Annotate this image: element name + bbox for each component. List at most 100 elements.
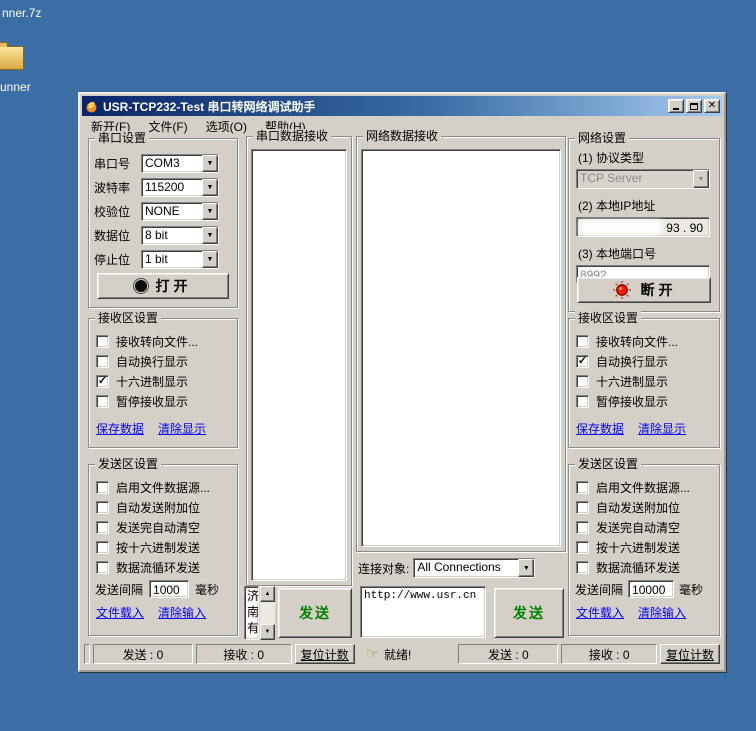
checkbox-row[interactable]: 暂停接收显示 bbox=[89, 391, 237, 411]
checkbox[interactable] bbox=[576, 541, 589, 554]
chevron-down-icon[interactable]: ▼ bbox=[202, 227, 218, 244]
serial-reset-count-button[interactable]: 复位计数 bbox=[295, 644, 355, 664]
clear-display-link[interactable]: 清除显示 bbox=[638, 420, 686, 437]
checkbox[interactable]: ✓ bbox=[576, 355, 589, 368]
group-title: 串口数据接收 bbox=[253, 129, 331, 143]
folder-icon[interactable] bbox=[0, 46, 24, 70]
checkbox-row[interactable]: 数据流循环发送 bbox=[89, 557, 237, 577]
checkbox[interactable] bbox=[576, 501, 589, 514]
connection-select[interactable]: All Connections ▼ bbox=[413, 558, 535, 578]
load-file-link[interactable]: 文件载入 bbox=[576, 604, 624, 621]
field-label: 波特率 bbox=[94, 179, 141, 196]
checkbox[interactable] bbox=[576, 561, 589, 574]
checkbox[interactable] bbox=[576, 521, 589, 534]
checkbox[interactable] bbox=[96, 335, 109, 348]
checkbox[interactable] bbox=[96, 355, 109, 368]
connection-row: 连接对象: All Connections ▼ bbox=[358, 558, 535, 578]
checkbox-row[interactable]: 启用文件数据源... bbox=[89, 477, 237, 497]
checkbox[interactable] bbox=[96, 501, 109, 514]
checkbox-row[interactable]: 十六进制显示 bbox=[569, 371, 719, 391]
checkbox[interactable] bbox=[576, 395, 589, 408]
checkbox-row[interactable]: 接收转向文件... bbox=[569, 331, 719, 351]
clear-input-link[interactable]: 清除输入 bbox=[158, 604, 206, 621]
group-title: 网络设置 bbox=[575, 131, 629, 145]
save-data-link[interactable]: 保存数据 bbox=[576, 420, 624, 437]
maximize-button[interactable] bbox=[686, 99, 702, 113]
checkbox-row[interactable]: 启用文件数据源... bbox=[569, 477, 719, 497]
interval-input[interactable]: 10000 bbox=[628, 580, 674, 598]
status-grip bbox=[84, 644, 90, 664]
checkbox[interactable] bbox=[576, 481, 589, 494]
chevron-down-icon[interactable]: ▼ bbox=[202, 155, 218, 172]
checkbox[interactable] bbox=[576, 375, 589, 388]
checkbox[interactable] bbox=[96, 541, 109, 554]
stop-bits-row: 停止位 1 bit ▼ bbox=[89, 247, 237, 271]
checkbox-row[interactable]: 自动发送附加位 bbox=[569, 497, 719, 517]
scroll-down-icon[interactable]: ▼ bbox=[260, 624, 275, 640]
open-button[interactable]: 打开 bbox=[97, 273, 229, 299]
checkbox[interactable] bbox=[96, 521, 109, 534]
chevron-down-icon[interactable]: ▼ bbox=[202, 251, 218, 268]
parity-select[interactable]: NONE ▼ bbox=[141, 202, 219, 221]
desktop-icon-label[interactable]: nner.7z bbox=[2, 6, 41, 20]
desktop: nner.7z unner USR-TCP232-Test 串口转网络调试助手 … bbox=[0, 0, 756, 731]
checkbox-row[interactable]: ✓ 自动换行显示 bbox=[569, 351, 719, 371]
checkbox-row[interactable]: 接收转向文件... bbox=[89, 331, 237, 351]
checkbox-row[interactable]: ✓ 十六进制显示 bbox=[89, 371, 237, 391]
serial-send-button[interactable]: 发送 bbox=[278, 588, 352, 638]
checkbox[interactable] bbox=[96, 481, 109, 494]
checkbox-row[interactable]: 发送完自动清空 bbox=[89, 517, 237, 537]
checkbox-row[interactable]: 数据流循环发送 bbox=[569, 557, 719, 577]
clear-display-link[interactable]: 清除显示 bbox=[158, 420, 206, 437]
save-data-link[interactable]: 保存数据 bbox=[96, 420, 144, 437]
checkbox-label: 按十六进制发送 bbox=[116, 539, 200, 556]
serial-send-settings-group: 发送区设置 启用文件数据源... 自动发送附加位 发送完自动清空 按十六进制发送 bbox=[88, 464, 238, 636]
network-reset-count-button[interactable]: 复位计数 bbox=[660, 644, 720, 664]
load-file-link[interactable]: 文件载入 bbox=[96, 604, 144, 621]
scroll-up-icon[interactable]: ▲ bbox=[260, 586, 275, 602]
network-send-button[interactable]: 发送 bbox=[494, 588, 564, 638]
desktop-icon-label[interactable]: unner bbox=[0, 80, 31, 94]
clear-input-link[interactable]: 清除输入 bbox=[638, 604, 686, 621]
serial-settings-group: 串口设置 串口号 COM3 ▼ 波特率 115200 ▼ bbox=[88, 138, 238, 308]
chevron-down-icon[interactable]: ▼ bbox=[202, 179, 218, 196]
serial-send-count: 发送 : 0 bbox=[93, 644, 193, 664]
disconnect-button[interactable]: 断开 bbox=[577, 277, 711, 303]
stop-bits-select[interactable]: 1 bit ▼ bbox=[141, 250, 219, 269]
local-ip-input[interactable]: 93 . 90 bbox=[576, 217, 710, 237]
combo-value: 115200 bbox=[142, 179, 202, 196]
hand-icon: ☞ bbox=[366, 647, 379, 662]
checkbox-label: 十六进制显示 bbox=[596, 373, 668, 390]
network-send-input[interactable]: http://www.usr.cn bbox=[360, 586, 486, 638]
checkbox[interactable]: ✓ bbox=[96, 375, 109, 388]
chevron-down-icon[interactable]: ▼ bbox=[202, 203, 218, 220]
minimize-button[interactable] bbox=[668, 99, 684, 113]
checkbox-row[interactable]: 发送完自动清空 bbox=[569, 517, 719, 537]
checkbox[interactable] bbox=[576, 335, 589, 348]
chevron-down-icon[interactable]: ▼ bbox=[518, 559, 534, 577]
baud-rate-row: 波特率 115200 ▼ bbox=[89, 175, 237, 199]
checkbox-row[interactable]: 按十六进制发送 bbox=[89, 537, 237, 557]
checkbox[interactable] bbox=[96, 395, 109, 408]
serial-receive-textarea[interactable] bbox=[251, 149, 347, 581]
serial-send-input[interactable]: 济南有 bbox=[244, 586, 259, 640]
field-label: 数据位 bbox=[94, 227, 141, 244]
menu-options[interactable]: 选项(O) bbox=[197, 117, 256, 136]
network-receive-textarea[interactable] bbox=[361, 149, 561, 547]
protocol-select[interactable]: TCP Server ▼ bbox=[576, 169, 710, 189]
network-data-receive-group: 网络数据接收 bbox=[356, 136, 566, 552]
checkbox-row[interactable]: 按十六进制发送 bbox=[569, 537, 719, 557]
maximize-icon bbox=[690, 103, 698, 110]
interval-input[interactable]: 1000 bbox=[149, 580, 189, 598]
title-bar[interactable]: USR-TCP232-Test 串口转网络调试助手 ✕ bbox=[82, 96, 722, 116]
checkbox-row[interactable]: 自动换行显示 bbox=[89, 351, 237, 371]
close-button[interactable]: ✕ bbox=[704, 99, 720, 113]
baud-rate-select[interactable]: 115200 ▼ bbox=[141, 178, 219, 197]
data-bits-select[interactable]: 8 bit ▼ bbox=[141, 226, 219, 245]
com-port-select[interactable]: COM3 ▼ bbox=[141, 154, 219, 173]
network-settings-group: 网络设置 (1) 协议类型 TCP Server ▼ (2) 本地IP地址 93… bbox=[568, 138, 720, 312]
checkbox[interactable] bbox=[96, 561, 109, 574]
checkbox-row[interactable]: 暂停接收显示 bbox=[569, 391, 719, 411]
serial-send-scrollbar[interactable]: ▲ ▼ bbox=[260, 586, 275, 640]
checkbox-row[interactable]: 自动发送附加位 bbox=[89, 497, 237, 517]
